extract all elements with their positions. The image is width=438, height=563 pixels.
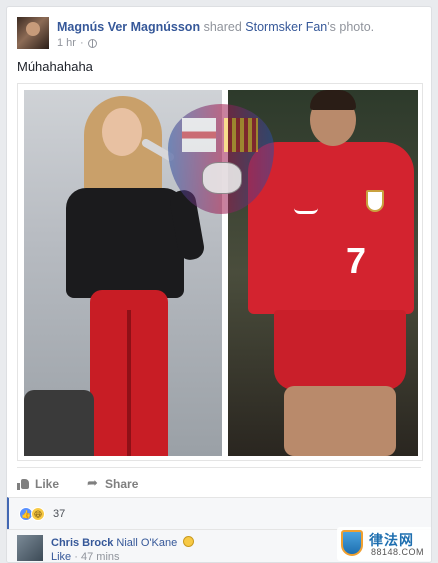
divider	[17, 467, 421, 468]
shared-label: shared	[203, 20, 242, 34]
share-button[interactable]: Share	[87, 473, 138, 495]
shared-photo[interactable]: 7	[17, 83, 423, 461]
watermark: 律法网 88148.COM	[337, 527, 431, 561]
author-name[interactable]: Magnús Ver Magnússon	[57, 20, 200, 34]
post-text: Múhahahaha	[17, 59, 93, 74]
comment-like-link[interactable]: Like	[51, 551, 71, 562]
swoosh-logo-icon	[294, 208, 318, 214]
singer-face	[102, 108, 142, 156]
commenter-avatar[interactable]	[17, 535, 43, 561]
share-arrow-icon	[87, 475, 99, 491]
comment-time[interactable]: 47 mins	[81, 551, 120, 562]
comment-body: Chris Brock Niall O'Kane	[51, 536, 195, 550]
player-shorts	[274, 310, 406, 390]
jersey-number: 7	[346, 240, 367, 281]
haha-reaction-icon: 😆	[31, 507, 45, 521]
troll-face-icon	[202, 162, 242, 194]
team-crest-icon	[366, 190, 384, 212]
player-jersey	[248, 142, 414, 314]
globe-icon	[87, 38, 97, 48]
reactions-summary[interactable]: 👍 😆 37	[19, 507, 65, 521]
player-hair	[310, 90, 356, 110]
thumbs-up-icon	[17, 478, 29, 490]
comment-tag-link[interactable]: Niall O'Kane	[116, 537, 177, 549]
like-label: Like	[35, 477, 60, 491]
laughing-emoji-icon	[183, 536, 195, 547]
author-avatar[interactable]	[17, 17, 49, 49]
post-headline: Magnús Ver Magnússon shared Stormsker Fa…	[57, 19, 374, 35]
post-card: Magnús Ver Magnússon shared Stormsker Fa…	[6, 6, 432, 563]
reaction-count: 37	[53, 508, 66, 520]
like-button[interactable]: Like	[17, 473, 59, 495]
post-header: Magnús Ver Magnússon shared Stormsker Fa…	[17, 17, 421, 57]
post-time[interactable]: 1 hr	[57, 37, 76, 49]
shared-suffix: 's photo.	[327, 20, 375, 34]
post-meta: 1 hr ·	[57, 37, 97, 49]
commenter-name[interactable]: Chris Brock	[51, 537, 113, 549]
camera-icon	[24, 390, 94, 456]
meta-separator: ·	[79, 37, 84, 49]
action-bar: Like Share	[17, 473, 138, 495]
reactions-bar: 👍 😆 37	[7, 497, 431, 529]
singer-jacket	[66, 188, 184, 298]
share-label: Share	[105, 477, 139, 491]
shared-from-link[interactable]: Stormsker Fan	[245, 20, 327, 34]
comment-meta-separator: ·	[74, 551, 78, 563]
comment-meta: Like · 47 mins	[51, 551, 120, 563]
singer-red-pants	[90, 290, 168, 456]
player-legs	[284, 386, 396, 456]
watermark-subtitle: 88148.COM	[371, 547, 425, 557]
shield-logo-icon	[341, 530, 363, 556]
